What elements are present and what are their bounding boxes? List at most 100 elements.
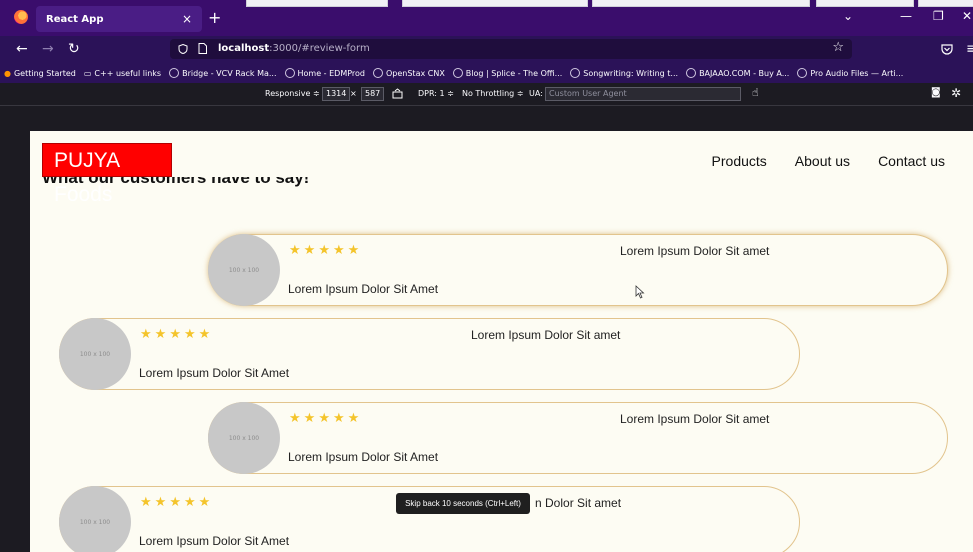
menu-icon[interactable]: ≡: [966, 41, 973, 57]
star-icon: ★: [303, 243, 316, 258]
back-arrow-icon[interactable]: ←: [16, 41, 28, 57]
nav-link-products[interactable]: Products: [712, 153, 767, 169]
site-logo[interactable]: PUJYA Foods: [42, 143, 172, 206]
bookmark-item[interactable]: OpenStax CNX: [372, 68, 445, 78]
star-icon: ★: [183, 495, 196, 510]
star-rating: ★ ★ ★ ★ ★: [140, 496, 210, 510]
browser-tab-bar: React App × + ⌄ — ❐ ✕: [0, 0, 973, 36]
avatar-placeholder: 100 x 100: [59, 318, 131, 390]
forward-arrow-icon[interactable]: →: [42, 41, 54, 57]
shield-icon[interactable]: [178, 44, 188, 54]
screenshot-icon[interactable]: ◙: [931, 87, 941, 98]
viewport-width-input[interactable]: 1314: [322, 87, 351, 101]
tab-close-icon[interactable]: ×: [182, 12, 192, 26]
responsive-design-toolbar: Responsive ≑ 1314 × 587 DPR: 1 ≑ No Thro…: [0, 83, 973, 106]
background-window-edge: [402, 0, 588, 7]
review-card[interactable]: 100 x 100 ★ ★ ★ ★ ★ Lorem Ipsum Dolor Sit am…: [208, 402, 948, 474]
star-rating: ★ ★ ★ ★ ★: [289, 244, 359, 258]
bookmark-star-icon[interactable]: ☆: [832, 40, 844, 55]
close-window-icon[interactable]: ✕: [962, 9, 972, 23]
review-text: Lorem Ipsum Dolor Sit Amet: [139, 366, 290, 380]
star-icon: ★: [198, 327, 211, 342]
new-tab-button[interactable]: +: [208, 8, 221, 27]
pocket-icon[interactable]: [941, 43, 953, 55]
review-card[interactable]: 100 x 100 ★ ★ ★ ★ ★ Lorem Ipsum Dolor Sit am…: [208, 234, 948, 306]
tab-title: React App: [46, 13, 104, 25]
video-player-tooltip: Skip back 10 seconds (Ctrl+Left): [396, 493, 530, 514]
star-rating: ★ ★ ★ ★ ★: [289, 412, 359, 426]
star-icon: ★: [318, 243, 330, 258]
nav-link-about-us[interactable]: About us: [795, 153, 850, 169]
globe-icon: [797, 68, 808, 78]
bookmark-item[interactable]: BAJAAO.COM - Buy A...: [686, 68, 789, 78]
bookmark-item[interactable]: Blog | Splice - The Offi...: [452, 68, 562, 78]
bookmark-item[interactable]: Pro Audio Files — Arti...: [797, 68, 903, 78]
bookmarks-toolbar: ● Getting Started ▭ C++ useful links Bridg…: [0, 63, 973, 83]
dpr-selector[interactable]: DPR: 1 ≑: [418, 89, 454, 98]
star-rating: ★ ★ ★ ★ ★: [140, 328, 210, 342]
globe-icon: [452, 68, 463, 78]
bookmark-item[interactable]: Songwriting: Writing t...: [570, 68, 678, 78]
throttling-selector[interactable]: No Throttling ≑: [462, 89, 524, 98]
background-window-edge: [246, 0, 388, 7]
list-all-tabs-icon[interactable]: ⌄: [843, 9, 853, 23]
review-text: Lorem Ipsum Dolor Sit Amet: [288, 282, 439, 296]
site-header: PUJYA Foods Products About us Contact us: [30, 131, 973, 206]
star-icon: ★: [198, 495, 211, 510]
bookmark-item[interactable]: Bridge - VCV Rack Ma...: [169, 68, 277, 78]
bookmark-item[interactable]: ● Getting Started: [4, 69, 76, 78]
user-agent-input[interactable]: Custom User Agent: [545, 87, 741, 101]
avatar-placeholder: 100 x 100: [208, 234, 280, 306]
globe-icon: [686, 68, 697, 78]
star-icon: ★: [169, 495, 181, 510]
nav-link-contact-us[interactable]: Contact us: [878, 153, 945, 169]
bookmark-item[interactable]: Home - EDMProd: [284, 68, 365, 78]
star-icon: ★: [183, 327, 196, 342]
star-icon: ★: [332, 411, 345, 426]
address-bar[interactable]: localhost:3000/#review-form ☆: [170, 39, 852, 59]
background-window-edge: [592, 0, 810, 7]
star-icon: ★: [347, 411, 360, 426]
star-icon: ★: [332, 243, 345, 258]
url-text[interactable]: localhost:3000/#review-form: [218, 43, 370, 54]
minimize-icon[interactable]: —: [900, 9, 912, 23]
folder-icon: ▭: [83, 68, 92, 78]
star-icon: ★: [289, 411, 301, 426]
star-icon: ★: [140, 327, 152, 342]
restore-icon[interactable]: ❐: [933, 9, 944, 23]
background-window-edge: [918, 0, 973, 7]
star-icon: ★: [318, 411, 330, 426]
globe-icon: [169, 68, 180, 78]
star-icon: ★: [154, 327, 167, 342]
site-nav: Products About us Contact us: [712, 153, 945, 169]
review-heading: Lorem Ipsum Dolor Sit amet: [620, 412, 770, 426]
firefox-icon: ●: [4, 68, 11, 78]
tab-react-app[interactable]: React App ×: [36, 6, 202, 32]
review-text: Lorem Ipsum Dolor Sit Amet: [139, 534, 290, 548]
page-icon[interactable]: [198, 43, 207, 54]
device-selector[interactable]: Responsive ≑: [265, 89, 320, 98]
review-heading: Lorem Ipsum Dolor Sit amet: [471, 328, 621, 342]
avatar-placeholder: 100 x 100: [208, 402, 280, 474]
star-icon: ★: [289, 243, 301, 258]
settings-gear-icon[interactable]: ✲: [951, 86, 961, 100]
firefox-icon[interactable]: [14, 10, 28, 24]
viewport-height-input[interactable]: 587: [361, 87, 385, 101]
touch-simulation-icon[interactable]: ☝: [752, 86, 759, 99]
star-icon: ★: [303, 411, 316, 426]
dimension-separator: ×: [350, 89, 357, 98]
star-icon: ★: [347, 243, 360, 258]
review-card[interactable]: 100 x 100 ★ ★ ★ ★ ★ Lorem Ipsum Dolor Sit am…: [59, 318, 800, 390]
star-icon: ★: [140, 495, 152, 510]
mouse-cursor-icon: [635, 285, 645, 299]
bookmark-folder[interactable]: ▭ C++ useful links: [84, 69, 161, 78]
globe-icon: [284, 68, 295, 78]
background-window-edge: [816, 0, 914, 7]
review-text: Lorem Ipsum Dolor Sit Amet: [288, 450, 439, 464]
reload-icon[interactable]: ↻: [68, 41, 80, 57]
review-heading: n Dolor Sit amet: [535, 496, 622, 510]
browser-nav-bar: ← → ↻ localhost:3000/#review-form ☆ ≡: [0, 36, 973, 63]
star-icon: ★: [154, 495, 167, 510]
rotate-viewport-icon[interactable]: [392, 88, 403, 99]
star-icon: ★: [169, 327, 181, 342]
